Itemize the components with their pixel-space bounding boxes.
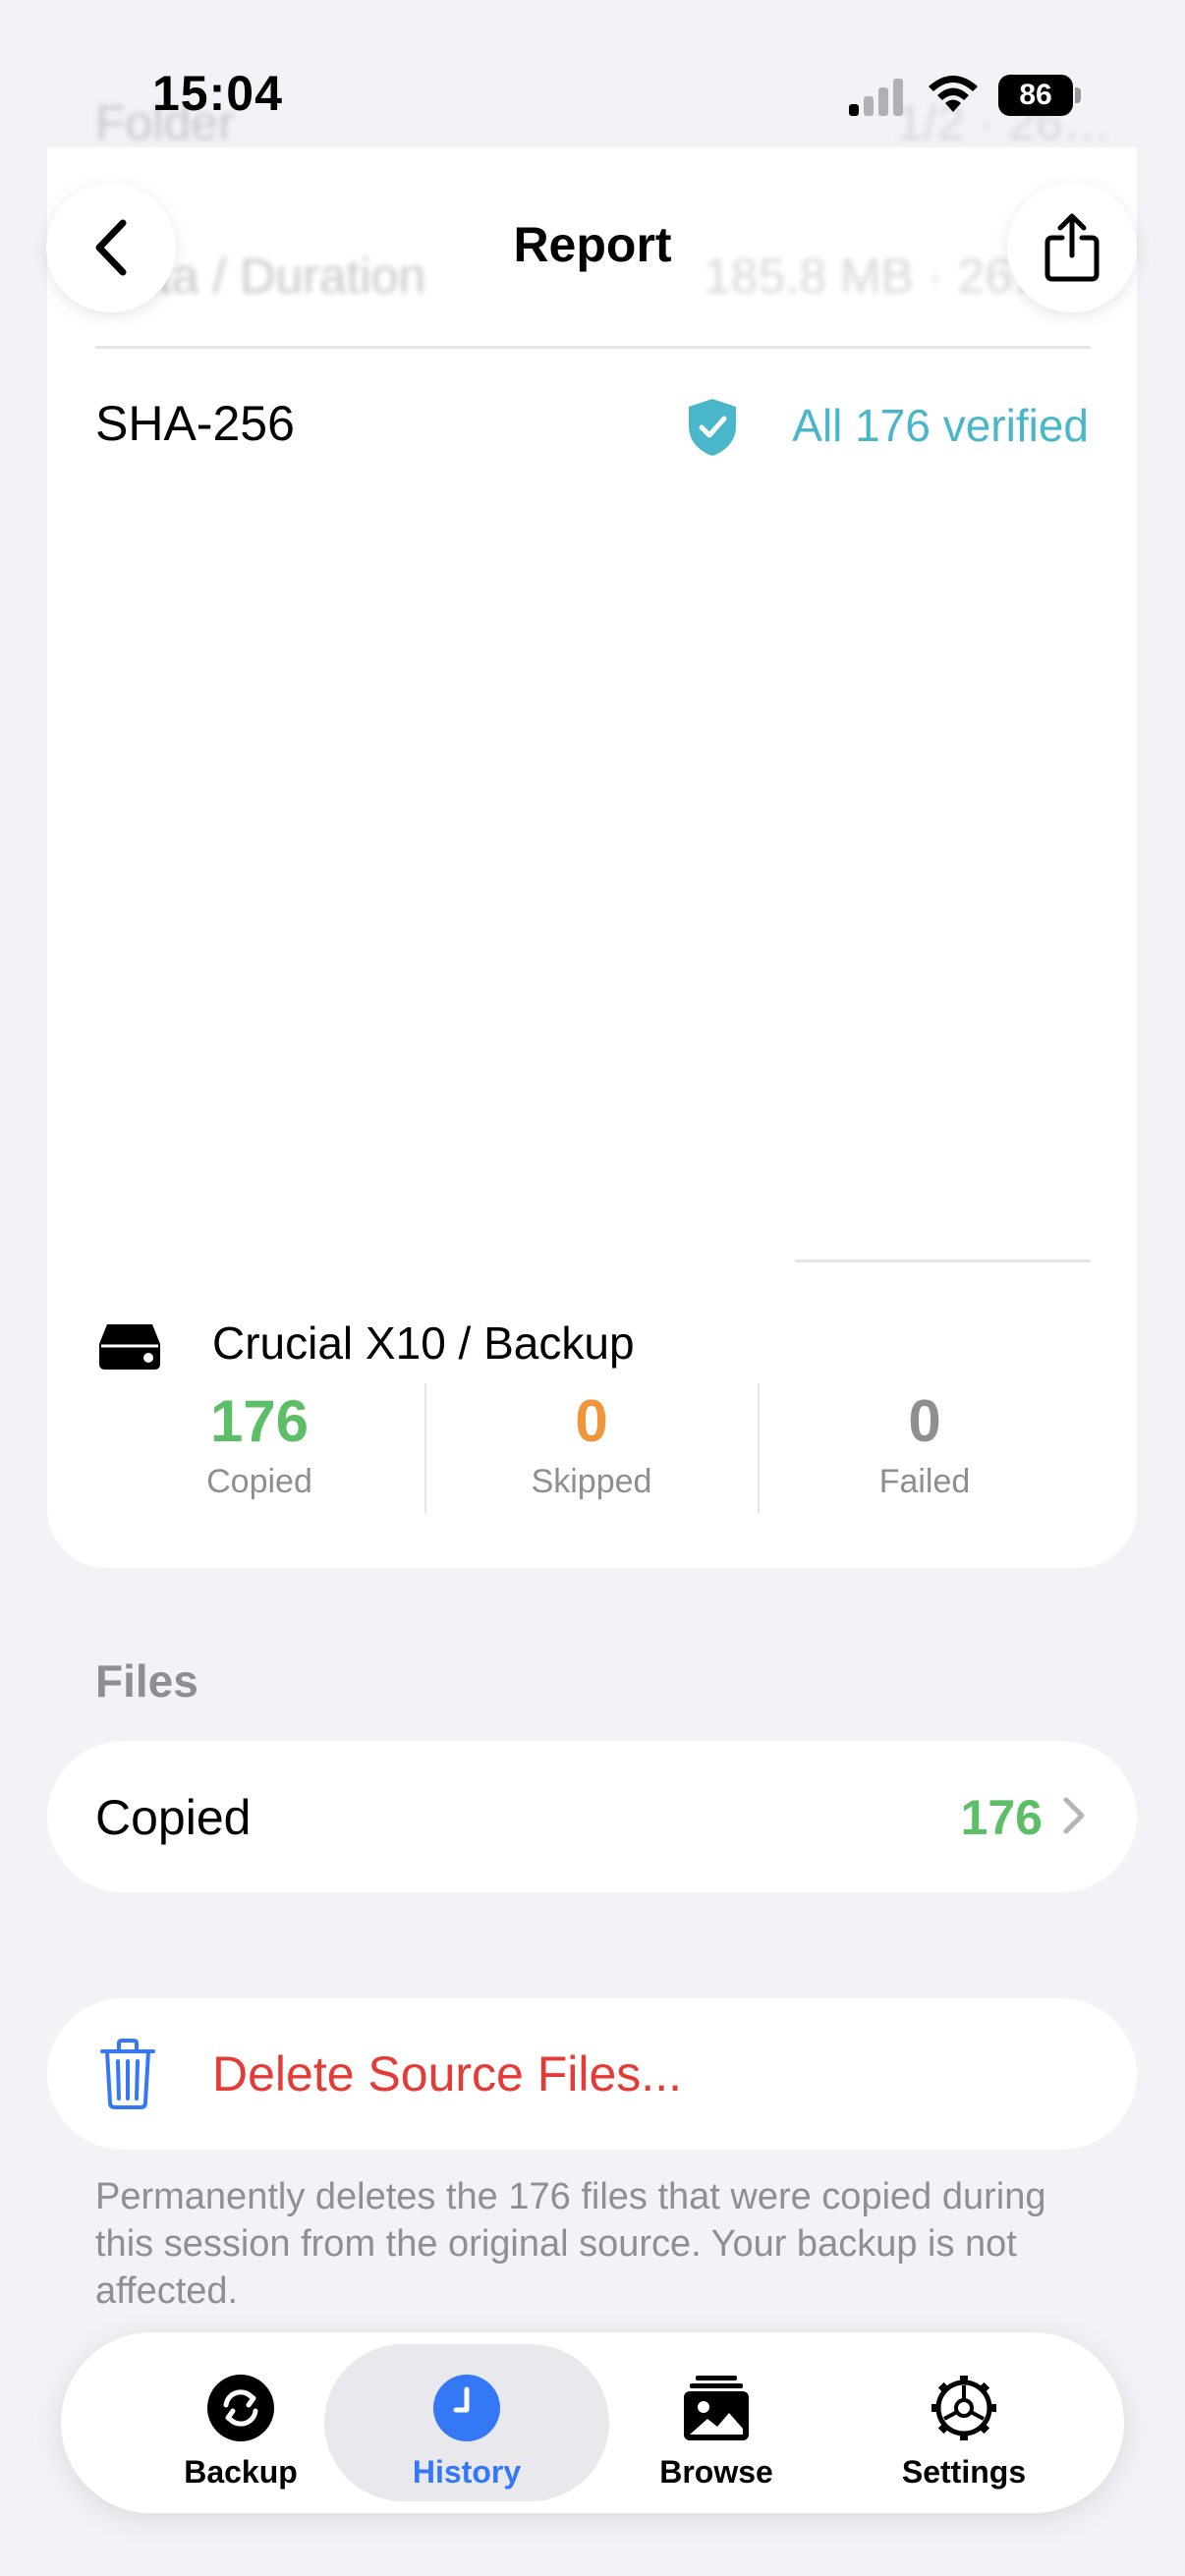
- battery-level: 86: [998, 75, 1073, 116]
- hash-algorithm-label: SHA-256: [95, 396, 295, 451]
- tab-bar: Backup History Browse Settings: [61, 2332, 1124, 2513]
- stat-skipped: 0 Skipped: [429, 1387, 754, 1501]
- tab-history[interactable]: History: [324, 2344, 609, 2501]
- chevron-right-icon: [1063, 1797, 1085, 1834]
- stat-separator: [424, 1383, 426, 1513]
- failed-caption: Failed: [878, 1463, 971, 1500]
- delete-source-files-button[interactable]: Delete Source Files...: [47, 1998, 1137, 2150]
- share-button[interactable]: [1007, 183, 1137, 312]
- copied-caption: Copied: [206, 1463, 312, 1500]
- failed-count: 0: [908, 1388, 941, 1454]
- verification-status: All 176 verified: [792, 400, 1089, 451]
- row-divider: [95, 346, 1091, 349]
- battery-icon: 86: [998, 75, 1081, 116]
- files-section-header: Files: [95, 1655, 198, 1707]
- copied-files-label: Copied: [95, 1790, 252, 1845]
- tab-browse[interactable]: Browse: [574, 2344, 859, 2501]
- gear-icon: [931, 2376, 996, 2440]
- delete-footnote: Permanently deletes the 176 files that w…: [95, 2176, 1046, 2312]
- tab-history-label: History: [412, 2454, 522, 2490]
- stat-failed: 0 Failed: [762, 1387, 1087, 1501]
- backup-sync-icon: [207, 2375, 274, 2441]
- section-divider: [795, 1260, 1091, 1262]
- share-icon: [1044, 213, 1100, 282]
- tab-browse-label: Browse: [659, 2454, 773, 2490]
- copied-files-row[interactable]: Copied 176: [47, 1741, 1137, 1892]
- copied-files-count: 176: [960, 1790, 1043, 1845]
- tab-settings-label: Settings: [901, 2454, 1027, 2490]
- destination-label: Crucial X10 / Backup: [212, 1317, 635, 1369]
- report-screen: Folder 1/2 · 26… Data / Duration 185.8 M…: [0, 0, 1185, 2576]
- skipped-caption: Skipped: [531, 1463, 652, 1500]
- external-drive-icon: [99, 1324, 160, 1370]
- copied-count: 176: [209, 1388, 310, 1454]
- stat-separator: [758, 1383, 760, 1513]
- tab-settings[interactable]: Settings: [821, 2344, 1106, 2501]
- status-bar: 15:04 86: [0, 0, 1185, 187]
- stat-copied: 176 Copied: [97, 1387, 422, 1501]
- photo-stack-icon: [684, 2376, 749, 2440]
- delete-source-files-label: Delete Source Files...: [212, 2046, 682, 2101]
- skipped-count: 0: [575, 1388, 608, 1454]
- clock-icon: [433, 2375, 500, 2441]
- cellular-signal-icon: [849, 79, 903, 116]
- trash-icon: [100, 2039, 155, 2109]
- shield-check-icon: [689, 399, 736, 456]
- status-time: 15:04: [152, 66, 283, 121]
- wifi-icon: [929, 76, 978, 112]
